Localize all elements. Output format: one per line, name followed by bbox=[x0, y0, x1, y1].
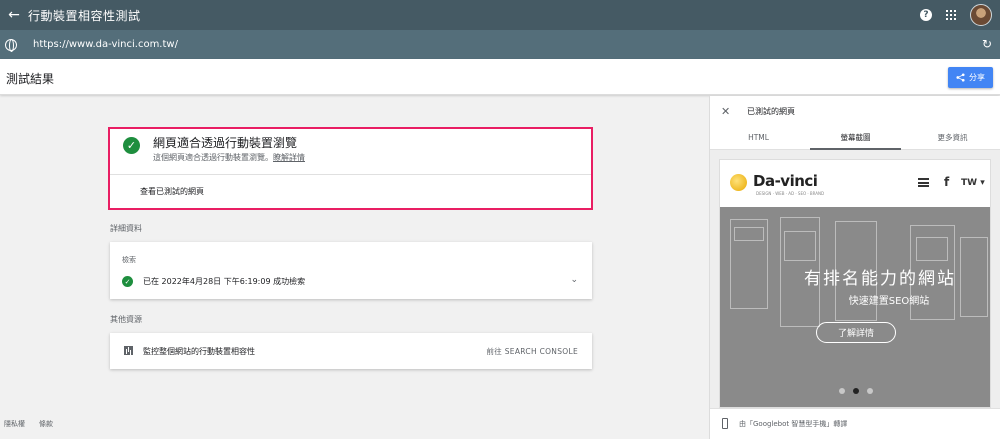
wireframe-sketch bbox=[734, 227, 764, 241]
results-header: 測試結果 分享 bbox=[0, 59, 1000, 95]
search-console-link[interactable]: 前往 SEARCH CONSOLE bbox=[486, 346, 578, 357]
language-selector: TW ▾ bbox=[961, 178, 985, 188]
tab-html[interactable]: HTML bbox=[710, 126, 807, 149]
bar-chart-icon bbox=[124, 346, 133, 355]
app-bar-actions: ? bbox=[920, 0, 992, 30]
result-description: 這個網頁適合透過行動裝置瀏覽。瞭解詳情 bbox=[153, 152, 305, 163]
page-title: 測試結果 bbox=[6, 72, 55, 86]
page-screenshot: Da-vinci DESIGN · WEB · AD · SEO · BRAND… bbox=[719, 159, 991, 408]
facebook-icon: f bbox=[944, 175, 950, 189]
learn-more-link[interactable]: 瞭解詳情 bbox=[273, 153, 305, 162]
carousel-dot bbox=[867, 388, 873, 394]
crawl-label: 檢索 bbox=[122, 256, 136, 264]
tab-more-info[interactable]: 更多資訊 bbox=[904, 126, 1000, 149]
avatar[interactable] bbox=[970, 4, 992, 26]
result-heading: 網頁適合透過行動裝置瀏覽 bbox=[153, 136, 298, 150]
wireframe-sketch bbox=[916, 237, 948, 261]
tab-screenshot[interactable]: 螢幕截圖 bbox=[807, 126, 904, 150]
hero-learn-more-button: 了解詳情 bbox=[816, 322, 896, 343]
carousel-dot bbox=[839, 388, 845, 394]
check-circle-icon: ✓ bbox=[122, 276, 133, 287]
tested-url[interactable]: https://www.da-vinci.com.tw/ bbox=[33, 39, 178, 50]
share-button[interactable]: 分享 bbox=[948, 67, 993, 88]
menu-icon bbox=[918, 178, 929, 187]
crawl-status: 已在 2022年4月28日 下午6:19:09 成功檢索 bbox=[143, 277, 306, 286]
hero-banner: 有排名能力的網站 快速建置SEO網站 了解詳情 bbox=[720, 207, 990, 407]
result-description-text: 這個網頁適合透過行動裝置瀏覽。 bbox=[153, 153, 273, 162]
apps-grid-icon[interactable] bbox=[946, 10, 956, 20]
tested-page-panel: ✕ 已測試的網頁 HTML 螢幕截圖 更多資訊 Da-vinci DESIGN … bbox=[709, 96, 1000, 439]
share-label: 分享 bbox=[969, 73, 985, 82]
privacy-link[interactable]: 隱私權 bbox=[4, 419, 25, 429]
smartphone-icon bbox=[722, 418, 728, 429]
panel-tabs: HTML 螢幕截圖 更多資訊 bbox=[710, 126, 1000, 150]
logo-mark-icon bbox=[730, 174, 747, 191]
terms-link[interactable]: 條款 bbox=[39, 419, 53, 429]
check-circle-icon: ✓ bbox=[123, 137, 140, 154]
app-bar: ← 行動裝置相容性測試 ? bbox=[0, 0, 1000, 30]
url-bar: https://www.da-vinci.com.tw/ ↻ bbox=[0, 30, 1000, 59]
logo-tagline: DESIGN · WEB · AD · SEO · BRAND bbox=[756, 191, 825, 196]
site-logo: Da-vinci bbox=[753, 172, 818, 190]
resources-section-label: 其他資源 bbox=[110, 315, 142, 324]
site-header: Da-vinci DESIGN · WEB · AD · SEO · BRAND… bbox=[720, 160, 990, 207]
carousel-dots bbox=[839, 388, 873, 394]
help-icon[interactable]: ? bbox=[920, 9, 932, 21]
share-icon bbox=[956, 73, 965, 82]
hero-title: 有排名能力的網站 bbox=[804, 269, 956, 289]
monitor-card: 監控整個網站的行動裝置相容性 前往 SEARCH CONSOLE bbox=[110, 333, 592, 369]
monitor-text: 監控整個網站的行動裝置相容性 bbox=[143, 347, 255, 356]
close-icon[interactable]: ✕ bbox=[721, 105, 730, 118]
reload-icon[interactable]: ↻ bbox=[982, 37, 992, 51]
screenshot-viewport[interactable]: Da-vinci DESIGN · WEB · AD · SEO · BRAND… bbox=[710, 150, 1000, 408]
crawl-card[interactable]: 檢索 ✓ 已在 2022年4月28日 下午6:19:09 成功檢索 ⌄ bbox=[110, 242, 592, 299]
app-title: 行動裝置相容性測試 bbox=[28, 8, 141, 23]
divider bbox=[110, 174, 591, 175]
result-card: ✓ 網頁適合透過行動裝置瀏覽 這個網頁適合透過行動裝置瀏覽。瞭解詳情 查看已測試… bbox=[108, 127, 593, 210]
render-note: 由「Googlebot 智慧型手機」轉譯 bbox=[739, 420, 848, 428]
hero-subtitle: 快速建置SEO網站 bbox=[848, 296, 930, 307]
render-footer: 由「Googlebot 智慧型手機」轉譯 bbox=[710, 408, 1000, 439]
arrow-back-icon[interactable]: ← bbox=[4, 7, 24, 23]
view-tested-page-link[interactable]: 查看已測試的網頁 bbox=[140, 186, 204, 197]
chevron-down-icon[interactable]: ⌄ bbox=[570, 275, 578, 285]
carousel-dot-active bbox=[853, 388, 859, 394]
globe-icon bbox=[5, 38, 17, 52]
panel-title: 已測試的網頁 bbox=[747, 107, 795, 116]
footer: 隱私權 條款 bbox=[4, 419, 53, 429]
details-section-label: 詳細資料 bbox=[110, 224, 142, 233]
wireframe-sketch bbox=[784, 231, 816, 261]
